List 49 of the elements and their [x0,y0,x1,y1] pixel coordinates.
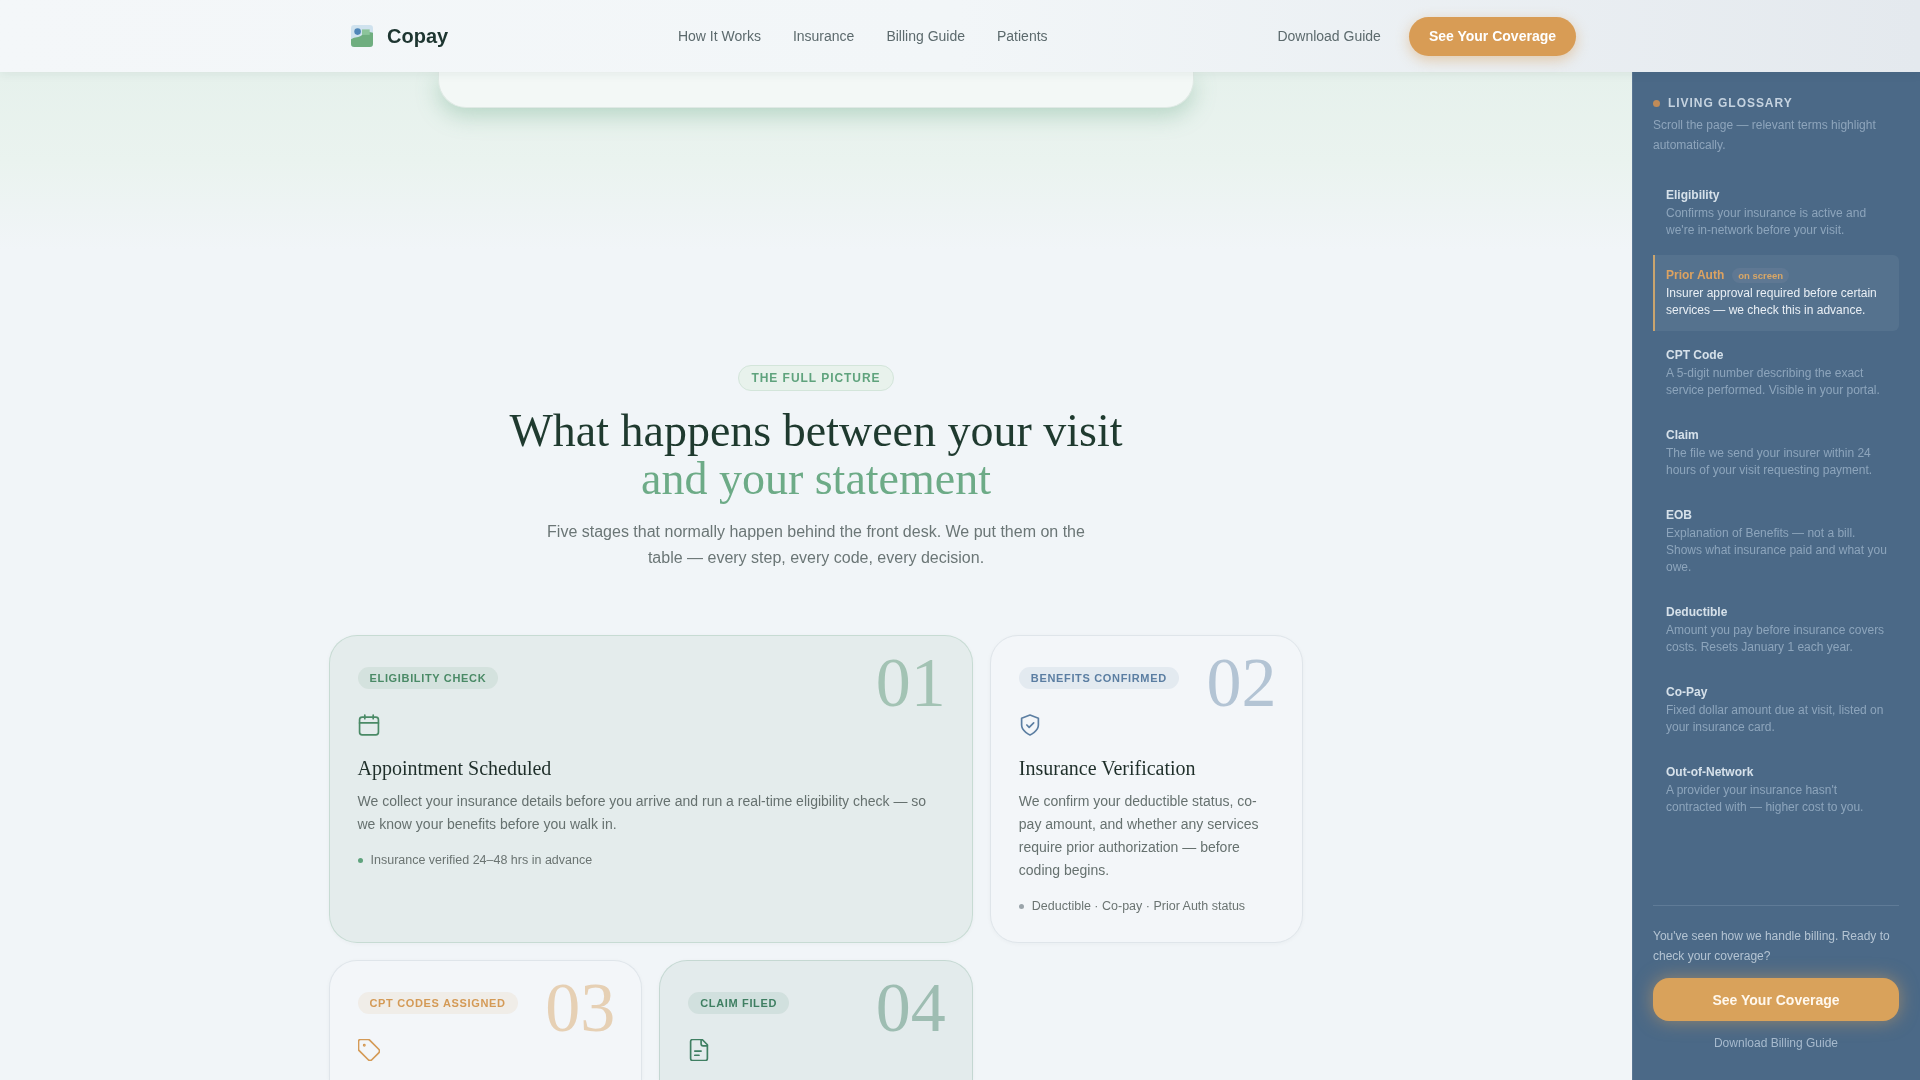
glossary-definition: Amount you pay before insurance covers costs. Resets January 1 each year. [1666,622,1886,656]
glossary-term: CPT Code [1666,347,1724,363]
step-tag: CPT CODES ASSIGNED [357,992,518,1014]
on-screen-tag: on screen [1732,267,1790,283]
step-tag: CLAIM FILED [688,992,790,1014]
download-guide-link[interactable]: Download Guide [1277,26,1381,46]
step-description: We collect your insurance details before you arrive and run a real-time eligibility check — so we know your benefits before you walk in. [357,792,928,834]
glossary-definition: A provider your insurance hasn't contracted with — higher cost to you. [1666,782,1865,816]
nav-link[interactable]: Patients [997,26,1048,46]
step-tag: BENEFITS CONFIRMED [1018,667,1179,689]
step-note: Insurance verified 24–48 hrs in advance [370,852,593,869]
nav-link[interactable]: Billing Guide [886,26,965,46]
glossary-hint: Scroll the page — relevant terms highlight automatically. [1653,117,1877,154]
step-tag: ELIGIBILITY CHECK [357,667,499,689]
step-number: 03 [545,973,616,1043]
glossary-term: Out-of-Network [1666,764,1754,780]
glossary-definition: A 5-digit number describing the exact service performed. Visible in your portal. [1666,365,1881,399]
glossary-term: EOB [1666,507,1692,523]
step-number: 02 [1206,648,1277,718]
step-title: Insurance Verification [1018,756,1197,781]
eyebrow-label: THE FULL PICTURE [738,365,894,391]
glossary-definition: Explanation of Benefits — not a bill. Shows what insurance paid and what you owe. [1666,525,1888,576]
shield-check-icon [1018,714,1041,736]
step-description: We confirm your deductible status, co-pay amount, and whether any services require prior authorization — before coding begins. [1018,792,1260,880]
step-title: Appointment Scheduled [357,756,553,782]
step-note: Deductible · Co-pay · Prior Auth status [1031,898,1246,915]
step-number: 01 [875,648,946,718]
glossary-title: LIVING GLOSSARY [1668,95,1793,111]
nav-link[interactable]: Insurance [792,26,855,46]
calendar-icon [357,714,380,736]
glossary-term: Eligibility [1666,187,1720,203]
glossary-term: Deductible [1666,604,1728,620]
logo-icon [351,25,373,47]
step-number: 04 [875,973,946,1043]
tag-icon [357,1039,380,1061]
glossary-definition: Insurer approval required before certain services — we check this in advance. [1666,285,1878,319]
glossary-definition: The file we send your insurer within 24 hours of your visit requesting payment. [1666,445,1874,479]
glossary-term: Co-Pay [1666,684,1708,700]
coverage-prompt: You've seen how we handle billing. Ready to check your coverage? [1653,928,1891,965]
section-heading: What happens between your visit and your statement [509,407,1123,503]
nav-link[interactable]: How It Works [677,26,761,46]
brand-name[interactable]: Copay [387,22,449,50]
glossary-definition: Confirms your insurance is active and we're in-network before your visit. [1666,205,1868,239]
section-subtitle: Five stages that normally happen behind the front desk. We put them on the table — every step, every code, every decision. [546,522,1086,568]
download-billing-guide-link[interactable]: Download Billing Guide [1713,1035,1839,1051]
glossary-term: Prior Auth [1666,267,1725,283]
document-icon [688,1039,711,1061]
glossary-definition: Fixed dollar amount due at visit, listed on your insurance card. [1666,702,1885,736]
glossary-term: Claim [1666,427,1699,443]
